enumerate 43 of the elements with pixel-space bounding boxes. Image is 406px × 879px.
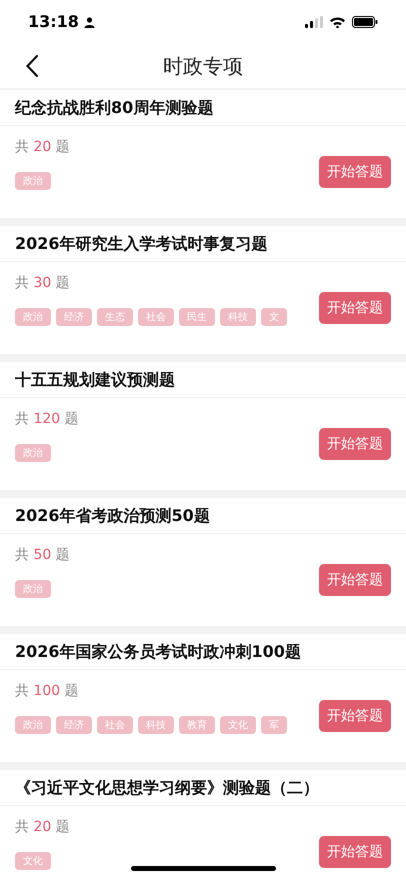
back-chevron-icon	[26, 55, 38, 77]
topic-tag: 社会	[97, 716, 133, 734]
quiz-title: 十五五规划建议预测题	[15, 368, 175, 390]
topic-tag: 社会	[138, 308, 174, 326]
status-time: 13:18	[28, 11, 79, 33]
topic-tag: 科技	[220, 308, 256, 326]
topic-tag: 经济	[56, 308, 92, 326]
topic-tag: 政治	[15, 308, 51, 326]
topic-tag: 军	[261, 716, 287, 734]
topic-tag: 政治	[15, 716, 51, 734]
quiz-title: 2026年省考政治预测50题	[15, 504, 210, 526]
quiz-title: 2026年研究生入学考试时事复习题	[15, 232, 268, 254]
topic-tag: 文	[261, 308, 287, 326]
person-icon	[84, 16, 95, 28]
wifi-icon	[329, 16, 346, 28]
topic-tag: 政治	[15, 444, 51, 462]
question-count: 共 20 题	[15, 138, 70, 156]
start-quiz-button[interactable]: 开始答题	[319, 428, 391, 460]
topic-tag: 文化	[15, 852, 51, 870]
topic-tag: 政治	[15, 580, 51, 598]
start-quiz-button[interactable]: 开始答题	[319, 700, 391, 732]
question-count: 共 50 题	[15, 546, 70, 564]
quiz-title: 2026年国家公务员考试时政冲刺100题	[15, 640, 301, 662]
quiz-title: 《习近平文化思想学习纲要》测验题（二）	[15, 776, 319, 798]
topic-tag: 生态	[97, 308, 133, 326]
topic-tag: 政治	[15, 172, 51, 190]
question-count: 共 30 题	[15, 274, 70, 292]
start-quiz-button[interactable]: 开始答题	[319, 564, 391, 596]
topic-tag: 科技	[138, 716, 174, 734]
quiz-title: 纪念抗战胜利80周年测验题	[15, 96, 214, 118]
page-title: 时政专项	[163, 53, 243, 80]
question-count: 共 120 题	[15, 410, 79, 428]
topic-tag: 民生	[179, 308, 215, 326]
start-quiz-button[interactable]: 开始答题	[319, 156, 391, 188]
start-quiz-button[interactable]: 开始答题	[319, 836, 391, 868]
question-count: 共 100 题	[15, 682, 79, 700]
start-quiz-button[interactable]: 开始答题	[319, 292, 391, 324]
topic-tag: 教育	[179, 716, 215, 734]
topic-tag: 文化	[220, 716, 256, 734]
signal-icon	[305, 16, 323, 28]
topic-tag: 经济	[56, 716, 92, 734]
question-count: 共 20 题	[15, 818, 70, 836]
battery-icon	[352, 16, 378, 28]
